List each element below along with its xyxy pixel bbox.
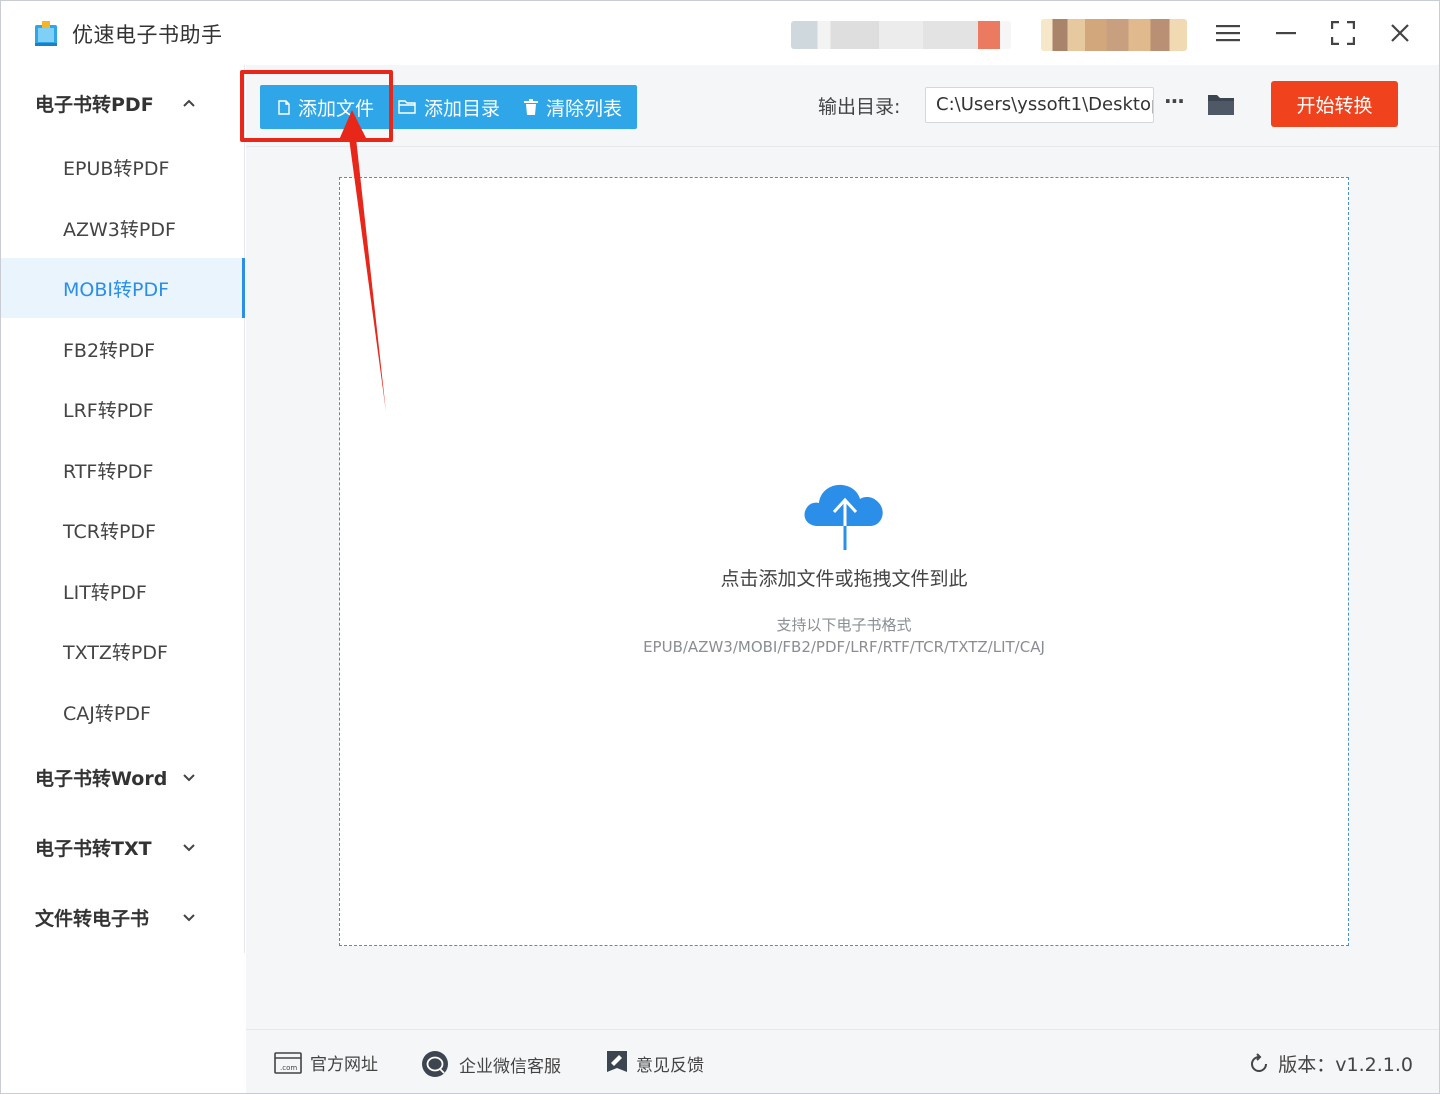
sidebar-group-label: 电子书转Word (35, 767, 168, 790)
sidebar-item-label: LIT转PDF (63, 581, 147, 604)
sidebar-item-azw3-to-pdf[interactable]: AZW3转PDF (1, 198, 245, 258)
chevron-down-icon (183, 844, 195, 852)
close-button[interactable] (1382, 15, 1418, 51)
main-panel: 添加文件 添加目录 清除列表 输出目录: C:\Users\yssoft1\De… (246, 65, 1439, 1029)
sidebar-item-label: FB2转PDF (63, 339, 156, 362)
drop-zone-subtitle: 支持以下电子书格式 (776, 616, 912, 634)
sidebar-item-fb2-to-pdf[interactable]: FB2转PDF (1, 319, 245, 379)
clear-list-label: 清除列表 (546, 97, 623, 120)
maximize-button[interactable] (1325, 15, 1361, 51)
wechat-support-link[interactable]: 企业微信客服 (421, 1050, 561, 1078)
add-file-label: 添加文件 (298, 97, 375, 120)
folder-outline-icon (398, 100, 416, 114)
sidebar-item-tcr-to-pdf[interactable]: TCR转PDF (1, 500, 245, 560)
file-drop-zone[interactable]: 点击添加文件或拖拽文件到此 支持以下电子书格式 EPUB/AZW3/MOBI/F… (339, 177, 1349, 946)
sidebar-item-label: EPUB转PDF (63, 157, 170, 180)
menu-button[interactable] (1210, 15, 1246, 51)
cloud-upload-icon (804, 484, 883, 550)
add-directory-button[interactable]: 添加目录 (398, 85, 524, 129)
website-icon: .com (274, 1051, 302, 1074)
folder-icon[interactable] (1206, 89, 1236, 119)
sidebar-item-lrf-to-pdf[interactable]: LRF转PDF (1, 379, 245, 439)
official-website-label: 官方网址 (310, 1055, 378, 1075)
sidebar-item-rtf-to-pdf[interactable]: RTF转PDF (1, 440, 245, 500)
maximize-icon (1331, 21, 1355, 45)
feedback-link[interactable]: 意见反馈 (606, 1050, 704, 1076)
close-icon (1391, 24, 1409, 42)
trash-icon (524, 99, 538, 115)
file-icon (278, 99, 290, 115)
output-directory-label: 输出目录: (818, 96, 901, 118)
sidebar-item-label: RTF转PDF (63, 460, 154, 483)
sidebar-item-label: MOBI转PDF (63, 278, 170, 301)
sidebar-group-ebook-to-word[interactable]: 电子书转Word (1, 749, 245, 805)
sidebar-group-label: 文件转电子书 (35, 907, 150, 930)
app-title: 优速电子书助手 (72, 23, 223, 47)
ebook-logo-icon (35, 21, 57, 46)
sidebar-item-caj-to-pdf[interactable]: CAJ转PDF (1, 682, 245, 742)
sidebar-group-ebook-to-txt[interactable]: 电子书转TXT (1, 819, 245, 875)
add-directory-label: 添加目录 (424, 97, 501, 120)
sidebar-item-label: CAJ转PDF (63, 702, 151, 725)
sidebar-item-label: AZW3转PDF (63, 218, 176, 241)
chevron-down-icon (183, 914, 195, 922)
refresh-icon (1251, 1052, 1268, 1072)
sidebar-group-file-to-ebook[interactable]: 文件转电子书 (1, 889, 245, 945)
redacted-user-area (1041, 19, 1187, 51)
footer: .com 官方网址 企业微信客服 意见反馈 版本：v1.2.1.0 (246, 1029, 1439, 1093)
output-directory-field[interactable]: C:\Users\yssoft1\Desktop (925, 87, 1154, 123)
wechat-support-label: 企业微信客服 (459, 1056, 561, 1077)
sidebar-item-epub-to-pdf[interactable]: EPUB转PDF (1, 137, 245, 197)
minimize-icon (1276, 32, 1296, 35)
sidebar-item-mobi-to-pdf[interactable]: MOBI转PDF (1, 258, 245, 318)
version-label: 版本：v1.2.1.0 (1278, 1054, 1413, 1076)
version-info: 版本：v1.2.1.0 (1248, 1050, 1413, 1077)
hamburger-icon (1216, 25, 1240, 42)
feedback-label: 意见反馈 (636, 1055, 704, 1076)
official-website-link[interactable]: .com 官方网址 (274, 1050, 378, 1075)
sidebar: 电子书转PDF EPUB转PDF AZW3转PDF MOBI转PDF FB2转P… (1, 65, 245, 953)
minimize-button[interactable] (1268, 15, 1304, 51)
redacted-account-area (791, 21, 1011, 49)
title-bar: 优速电子书助手 (1, 1, 1439, 65)
sidebar-item-txtz-to-pdf[interactable]: TXTZ转PDF (1, 621, 245, 681)
drop-zone-title: 点击添加文件或拖拽文件到此 (720, 568, 968, 590)
toolbar: 添加文件 添加目录 清除列表 输出目录: C:\Users\yssoft1\De… (246, 65, 1439, 147)
chat-support-icon (422, 1051, 448, 1077)
sidebar-group-label: 电子书转TXT (35, 837, 152, 860)
sidebar-item-label: LRF转PDF (63, 399, 154, 422)
sidebar-group-label: 电子书转PDF (35, 93, 154, 116)
sidebar-group-ebook-to-pdf[interactable]: 电子书转PDF (1, 75, 245, 131)
add-file-button[interactable]: 添加文件 (260, 85, 398, 129)
more-options-button[interactable]: ··· (1164, 89, 1194, 119)
feedback-icon (607, 1051, 627, 1072)
sidebar-item-label: TXTZ转PDF (63, 641, 168, 664)
chevron-up-icon (183, 99, 195, 107)
svg-text:.com: .com (280, 1064, 297, 1072)
supported-formats-text: EPUB/AZW3/MOBI/FB2/PDF/LRF/RTF/TCR/TXTZ/… (643, 638, 1045, 656)
clear-list-button[interactable]: 清除列表 (524, 85, 637, 129)
sidebar-item-lit-to-pdf[interactable]: LIT转PDF (1, 561, 245, 621)
start-convert-button[interactable]: 开始转换 (1271, 81, 1398, 127)
chevron-down-icon (183, 774, 195, 782)
file-button-group: 添加文件 添加目录 清除列表 (260, 85, 637, 129)
app-window: 优速电子书助手 电子书转PDF EPUB转PDF AZW3转PDF MOBI转P… (0, 0, 1440, 1094)
sidebar-item-label: TCR转PDF (63, 520, 156, 543)
